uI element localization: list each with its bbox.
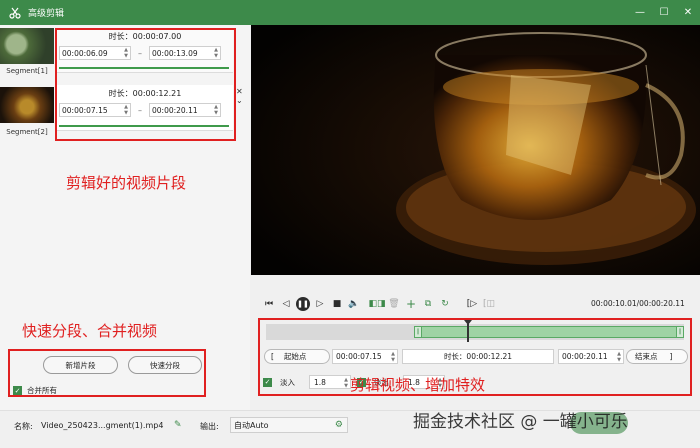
- range-controls: [ 起始点 00:00:07.15 ▲ ▼ 时长：00:00:12.21 00:00…: [264, 348, 688, 364]
- merge-all-label: 合并所有: [27, 386, 57, 395]
- timeline-start-handle[interactable]: ║: [414, 326, 422, 338]
- player-controls: ⏮ ◁ ❚❚ ▷ ■ 🔈 ◧◨ 🗑 + ⧉ ↻ [▷ [◫: [262, 296, 499, 312]
- stop-icon[interactable]: ■: [330, 297, 344, 311]
- add-icon[interactable]: +: [404, 297, 418, 311]
- segment-label: Segment[1]: [6, 67, 48, 75]
- maximize-icon[interactable]: ☐: [652, 0, 676, 25]
- merge-all-option[interactable]: ✓ 合并所有: [13, 385, 57, 396]
- close-segment-icon[interactable]: ✕: [236, 87, 243, 96]
- mark-in-icon[interactable]: [▷: [465, 297, 479, 311]
- segment-preview-image: [0, 28, 54, 64]
- timeline-track[interactable]: ║ ║: [266, 320, 684, 342]
- spinner-icon[interactable]: ▲ ▼: [391, 351, 395, 363]
- annotation-segments: 剪辑好的视频片段: [66, 174, 187, 192]
- timeline-playhead[interactable]: [464, 320, 472, 342]
- fade-in-label: 淡入: [280, 377, 295, 387]
- name-label: 名称:: [14, 422, 33, 431]
- segment-thumbnail-2[interactable]: Segment[2]: [0, 87, 54, 136]
- new-segment-button[interactable]: 新增片段: [43, 356, 118, 374]
- annotation-box-segments: [55, 28, 236, 141]
- mark-out-icon[interactable]: [◫: [482, 297, 496, 311]
- split-icon[interactable]: ◧◨: [369, 297, 386, 311]
- delete-icon[interactable]: 🗑: [387, 297, 401, 311]
- fade-in-input[interactable]: 1.8 ▲ ▼: [309, 375, 351, 389]
- segment-label: Segment[2]: [6, 128, 48, 136]
- segment-preview-image: [0, 87, 54, 123]
- output-select[interactable]: 自动Auto ⚙: [230, 417, 348, 433]
- set-end-button[interactable]: 结束点 ]: [626, 348, 688, 364]
- watermark: 掘金技术社区 @ 一罐小可乐: [413, 412, 628, 432]
- range-end-field[interactable]: 00:00:20.11 ▲ ▼: [558, 348, 624, 364]
- annotation-split: 快速分段、合并视频: [22, 322, 158, 340]
- video-preview[interactable]: [251, 25, 700, 275]
- range-start-field[interactable]: 00:00:07.15 ▲ ▼: [332, 348, 398, 364]
- window-title: 高级剪辑: [28, 9, 65, 19]
- spinner-icon[interactable]: ▲ ▼: [617, 351, 621, 363]
- range-duration: 时长：00:00:12.21: [402, 348, 554, 364]
- annotation-editor: 剪辑视频、增加特效: [350, 376, 486, 394]
- output-label: 输出:: [200, 422, 219, 431]
- copy-icon[interactable]: ⧉: [421, 297, 435, 311]
- volume-icon[interactable]: 🔈: [347, 297, 361, 311]
- time-readout: 00:00:10.01/00:00:20.11: [591, 299, 685, 308]
- go-start-icon[interactable]: ⏮: [262, 297, 276, 311]
- close-icon[interactable]: ✕: [676, 0, 700, 25]
- spinner-icon[interactable]: ▲ ▼: [344, 377, 348, 389]
- gear-icon[interactable]: ⚙: [335, 420, 343, 430]
- prev-frame-icon[interactable]: ◁: [279, 297, 293, 311]
- video-frame-image: [251, 25, 700, 275]
- set-start-button[interactable]: [ 起始点: [264, 348, 330, 364]
- rotate-icon[interactable]: ↻: [438, 297, 452, 311]
- fade-in-checkbox[interactable]: ✓: [263, 377, 272, 387]
- edit-icon[interactable]: ✎: [174, 420, 182, 430]
- scissors-icon: [8, 6, 22, 20]
- next-frame-icon[interactable]: ▷: [313, 297, 327, 311]
- minimize-icon[interactable]: —: [628, 0, 652, 25]
- pause-icon[interactable]: ❚❚: [296, 297, 310, 311]
- output-name-field[interactable]: Video_250423...gment(1).mp4: [38, 417, 188, 433]
- timeline-end-handle[interactable]: ║: [676, 326, 684, 338]
- merge-all-checkbox[interactable]: ✓: [13, 386, 22, 395]
- segment-thumbnail-1[interactable]: Segment[1]: [0, 28, 54, 75]
- title-bar: 高级剪辑 — ☐ ✕: [0, 0, 700, 25]
- quick-split-button[interactable]: 快速分段: [128, 356, 202, 374]
- chevron-down-icon[interactable]: ⌄: [236, 96, 243, 105]
- timeline-selection[interactable]: [414, 326, 684, 338]
